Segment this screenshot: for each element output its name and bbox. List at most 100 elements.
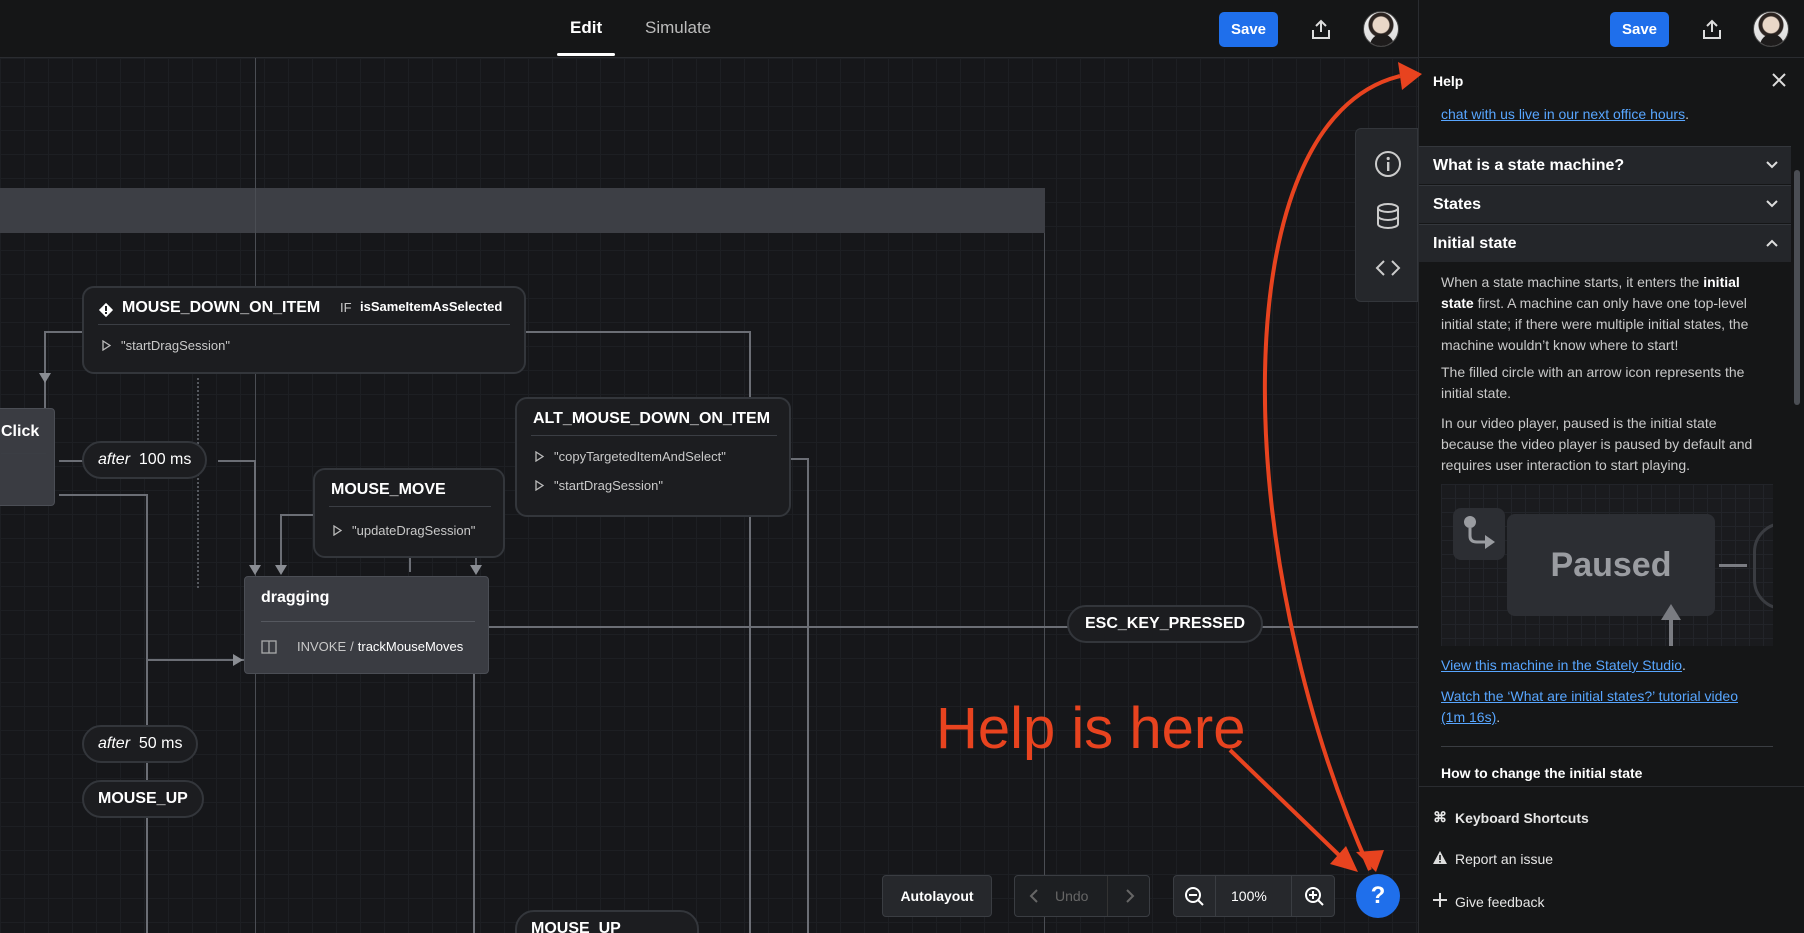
text-span: first. A machine can only have one top-l… xyxy=(1441,295,1749,353)
help-scrollbar[interactable] xyxy=(1794,170,1800,405)
action-label: "startDragSession" xyxy=(554,478,663,493)
after-label: after xyxy=(98,451,131,468)
initial-state-paragraph-2: The filled circle with an arrow icon rep… xyxy=(1441,364,1745,401)
state-click[interactable]: Click xyxy=(0,408,55,506)
statechart-canvas[interactable]: Click MOUSE_DOWN_ON_ITEM IF isSameItemAs… xyxy=(0,58,1418,933)
info-icon[interactable] xyxy=(1373,149,1403,179)
accordion-states[interactable]: States xyxy=(1419,185,1791,223)
report-issue-link[interactable]: Report an issue xyxy=(1433,851,1553,867)
accordion-initial-state[interactable]: Initial state xyxy=(1419,224,1791,262)
state-click-name: Click xyxy=(1,423,40,440)
transition-mouse-up[interactable]: MOUSE_UP xyxy=(515,910,699,933)
undo-chevron-icon[interactable] xyxy=(1029,888,1039,907)
transition-mouse-up[interactable]: MOUSE_UP xyxy=(82,780,204,818)
event-name: MOUSE_UP xyxy=(531,920,621,933)
link-row: View this machine in the Stately Studio. xyxy=(1441,657,1686,675)
app-root: Click MOUSE_DOWN_ON_ITEM IF isSameItemAs… xyxy=(0,0,1804,933)
delayed-transition-after-100ms[interactable]: after 100 ms xyxy=(82,441,208,479)
transition-wire xyxy=(146,659,244,661)
action-item: "updateDragSession" xyxy=(333,523,475,538)
save-button[interactable]: Save xyxy=(1219,12,1278,47)
view-machine-link[interactable]: View this machine in the Stately Studio xyxy=(1441,657,1682,673)
divider xyxy=(1441,746,1773,747)
initial-state-badge-icon xyxy=(1453,508,1505,560)
paused-label: Paused xyxy=(1550,546,1672,584)
transition-wire xyxy=(523,331,751,333)
close-icon[interactable] xyxy=(1769,70,1789,90)
database-icon[interactable] xyxy=(1373,201,1403,231)
help-content[interactable]: chat with us live in our next office hou… xyxy=(1419,100,1791,786)
delayed-transition-after-50ms[interactable]: after 50 ms xyxy=(82,725,199,763)
keyboard-shortcuts-link[interactable]: ⌘ Keyboard Shortcuts xyxy=(1433,809,1589,826)
transition-mouse-down-on-item[interactable]: MOUSE_DOWN_ON_ITEM IF isSameItemAsSelect… xyxy=(82,286,526,374)
transition-wire xyxy=(280,514,282,570)
zoom-out-icon[interactable] xyxy=(1184,886,1204,909)
share-icon[interactable] xyxy=(1697,14,1727,44)
event-name: ESC_KEY_PRESSED xyxy=(1085,615,1246,632)
action-icon xyxy=(535,480,544,491)
editor-topbar: Edit Simulate Save xyxy=(0,0,1418,58)
invoke-src: trackMouseMoves xyxy=(357,639,464,654)
illus-next-state xyxy=(1753,522,1773,610)
plus-icon xyxy=(1433,893,1447,910)
illus-arrow xyxy=(1669,616,1673,646)
action-item: "copyTargetedItemAndSelect" xyxy=(535,449,726,464)
help-button[interactable]: ? xyxy=(1356,874,1400,918)
tutorial-video-link[interactable]: Watch the ‘What are initial states?’ tut… xyxy=(1441,688,1738,725)
initial-state-paragraph-1: When a state machine starts, it enters t… xyxy=(1441,272,1773,356)
transition-wire xyxy=(218,460,256,462)
transition-wire xyxy=(44,331,84,333)
give-feedback-link[interactable]: Give feedback xyxy=(1433,893,1545,910)
avatar[interactable] xyxy=(1363,11,1399,47)
change-initial-state-heading: How to change the initial state xyxy=(1441,765,1643,781)
intro-tail: . xyxy=(1685,106,1689,122)
help-panel: Save Help chat with us live in our next … xyxy=(1418,0,1804,933)
invoke-icon xyxy=(261,639,277,654)
transition-wire xyxy=(197,378,199,588)
action-label: "startDragSession" xyxy=(121,338,230,353)
initial-state-paragraph-3: In our video player, paused is the initi… xyxy=(1441,415,1753,473)
tab-edit[interactable]: Edit xyxy=(570,18,602,38)
transition-wire xyxy=(44,331,46,409)
invoke-sep: / xyxy=(350,639,354,654)
transition-wire xyxy=(788,458,808,460)
divider xyxy=(98,324,510,325)
transition-esc-key-pressed[interactable]: ESC_KEY_PRESSED xyxy=(1067,605,1264,643)
footer-label: Report an issue xyxy=(1455,851,1554,867)
action-icon xyxy=(333,525,342,536)
text-span: When a state machine starts, it enters t… xyxy=(1441,274,1704,290)
save-button[interactable]: Save xyxy=(1610,12,1669,47)
code-icon[interactable] xyxy=(1373,253,1403,283)
divider xyxy=(1,453,46,454)
zoom-in-icon[interactable] xyxy=(1304,886,1324,909)
help-title: Help xyxy=(1433,73,1464,89)
action-label: "copyTargetedItemAndSelect" xyxy=(554,449,726,464)
transition-mouse-move[interactable]: MOUSE_MOVE "updateDragSession" xyxy=(313,468,505,558)
redo-chevron-icon[interactable] xyxy=(1125,888,1135,907)
action-label: "updateDragSession" xyxy=(352,523,476,538)
state-dragging[interactable]: dragging INVOKE / trackMouseMoves xyxy=(244,576,489,674)
transition-alt-mouse-down-on-item[interactable]: ALT_MOUSE_DOWN_ON_ITEM "copyTargetedItem… xyxy=(515,397,791,517)
action-item: "startDragSession" xyxy=(535,478,663,493)
accordion-label: Initial state xyxy=(1433,235,1517,252)
after-time: 100 ms xyxy=(138,451,192,468)
link-row: Watch the ‘What are initial states?’ tut… xyxy=(1441,686,1761,728)
accordion-what-is-state-machine[interactable]: What is a state machine? xyxy=(1419,146,1791,184)
avatar[interactable] xyxy=(1753,11,1789,47)
transition-wire xyxy=(1257,626,1418,628)
office-hours-link[interactable]: chat with us live in our next office hou… xyxy=(1441,106,1685,122)
undo-button[interactable]: Undo xyxy=(1055,888,1088,904)
parent-state-header[interactable] xyxy=(0,188,1045,233)
tab-simulate[interactable]: Simulate xyxy=(645,18,711,38)
active-tab-indicator xyxy=(557,53,615,56)
share-icon[interactable] xyxy=(1306,14,1336,44)
divider xyxy=(1291,876,1292,916)
transition-wire xyxy=(254,460,256,570)
paused-state-box: Paused xyxy=(1507,514,1715,616)
undo-redo-group: Undo xyxy=(1014,875,1150,917)
autolayout-button[interactable]: Autolayout xyxy=(882,875,992,917)
zoom-level[interactable]: 100% xyxy=(1231,888,1267,904)
accordion-label: States xyxy=(1433,196,1482,213)
transition-wire xyxy=(59,494,147,496)
help-footer: ⌘ Keyboard Shortcuts Report an issue Giv… xyxy=(1419,786,1804,933)
